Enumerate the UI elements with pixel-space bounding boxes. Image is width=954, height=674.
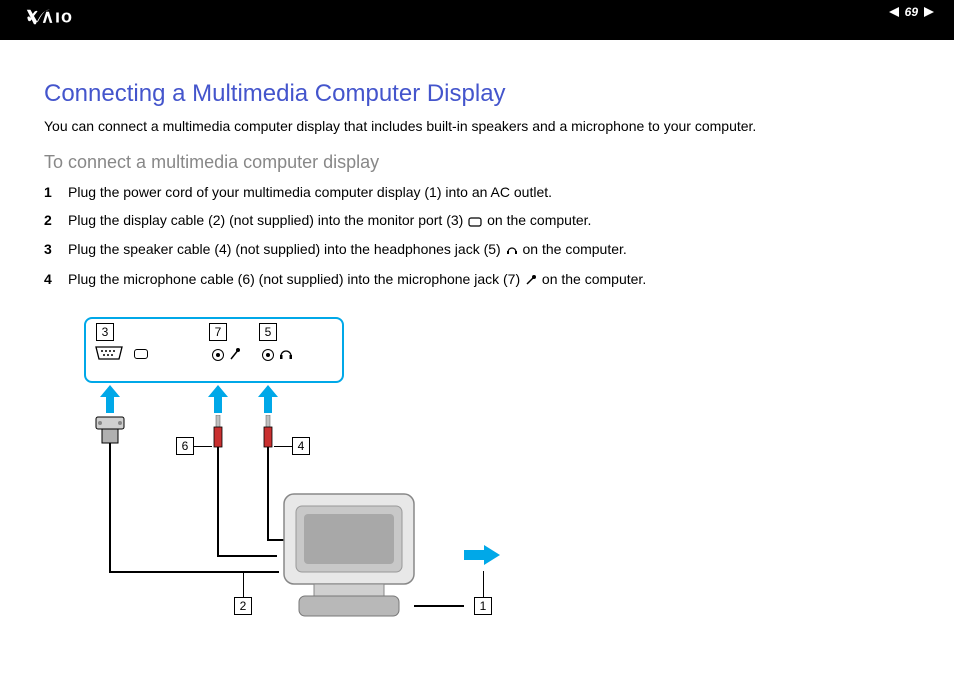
intro-text: You can connect a multimedia computer di…	[44, 118, 910, 134]
callout-6: 6	[176, 437, 194, 455]
callout-3: 3	[96, 323, 114, 341]
up-arrow-icon	[208, 385, 228, 418]
headphones-icon	[506, 242, 518, 262]
breadcrumb: Using Peripheral Devices	[792, 21, 936, 35]
svg-text:✓∧ıo: ✓∧ıo	[25, 8, 73, 26]
callout-2: 2	[234, 597, 252, 615]
callout-1: 1	[474, 597, 492, 615]
step-4: Plug the microphone cable (6) (not suppl…	[44, 270, 910, 292]
header-nav: 69 Using Peripheral Devices	[792, 5, 936, 35]
step-2-text-a: Plug the display cable (2) (not supplied…	[68, 212, 467, 228]
headphone-symbol-icon	[279, 347, 293, 366]
step-4-text-b: on the computer.	[538, 271, 646, 287]
connection-diagram: 3 7 5 6 4	[64, 309, 544, 629]
power-cord	[424, 605, 464, 607]
mic-symbol-icon	[229, 347, 241, 366]
vaio-logo: ✓∧ıo	[24, 8, 134, 32]
steps-list: Plug the power cord of your multimedia c…	[44, 183, 910, 291]
monitor-icon	[264, 484, 434, 629]
callout-5: 5	[259, 323, 277, 341]
up-arrow-icon	[100, 385, 120, 418]
display-cable	[109, 571, 279, 573]
monitor-port-symbol	[134, 349, 148, 359]
step-3-text-a: Plug the speaker cable (4) (not supplied…	[68, 241, 505, 257]
monitor-port-icon	[468, 213, 482, 233]
page-title: Connecting a Multimedia Computer Display	[44, 80, 910, 108]
microphone-icon	[525, 272, 537, 292]
prev-page-icon[interactable]	[887, 6, 901, 18]
step-1-text: Plug the power cord of your multimedia c…	[68, 184, 552, 200]
mic-cable	[217, 447, 219, 557]
page-number: 69	[905, 5, 918, 19]
next-page-icon[interactable]	[922, 6, 936, 18]
step-2: Plug the display cable (2) (not supplied…	[44, 211, 910, 233]
callout-4: 4	[292, 437, 310, 455]
right-arrow-icon	[464, 545, 500, 570]
page-header: ✓∧ıo 69 Using Peripheral Devices	[0, 0, 954, 40]
step-3-text-b: on the computer.	[519, 241, 627, 257]
step-2-text-b: on the computer.	[483, 212, 591, 228]
up-arrow-icon	[258, 385, 278, 418]
page-content: Connecting a Multimedia Computer Display…	[0, 40, 954, 649]
step-4-text-a: Plug the microphone cable (6) (not suppl…	[68, 271, 524, 287]
step-1: Plug the power cord of your multimedia c…	[44, 183, 910, 203]
section-subtitle: To connect a multimedia computer display	[44, 152, 910, 173]
step-3: Plug the speaker cable (4) (not supplied…	[44, 240, 910, 262]
vga-port-icon	[94, 345, 124, 366]
display-cable	[109, 443, 111, 573]
callout-7: 7	[209, 323, 227, 341]
